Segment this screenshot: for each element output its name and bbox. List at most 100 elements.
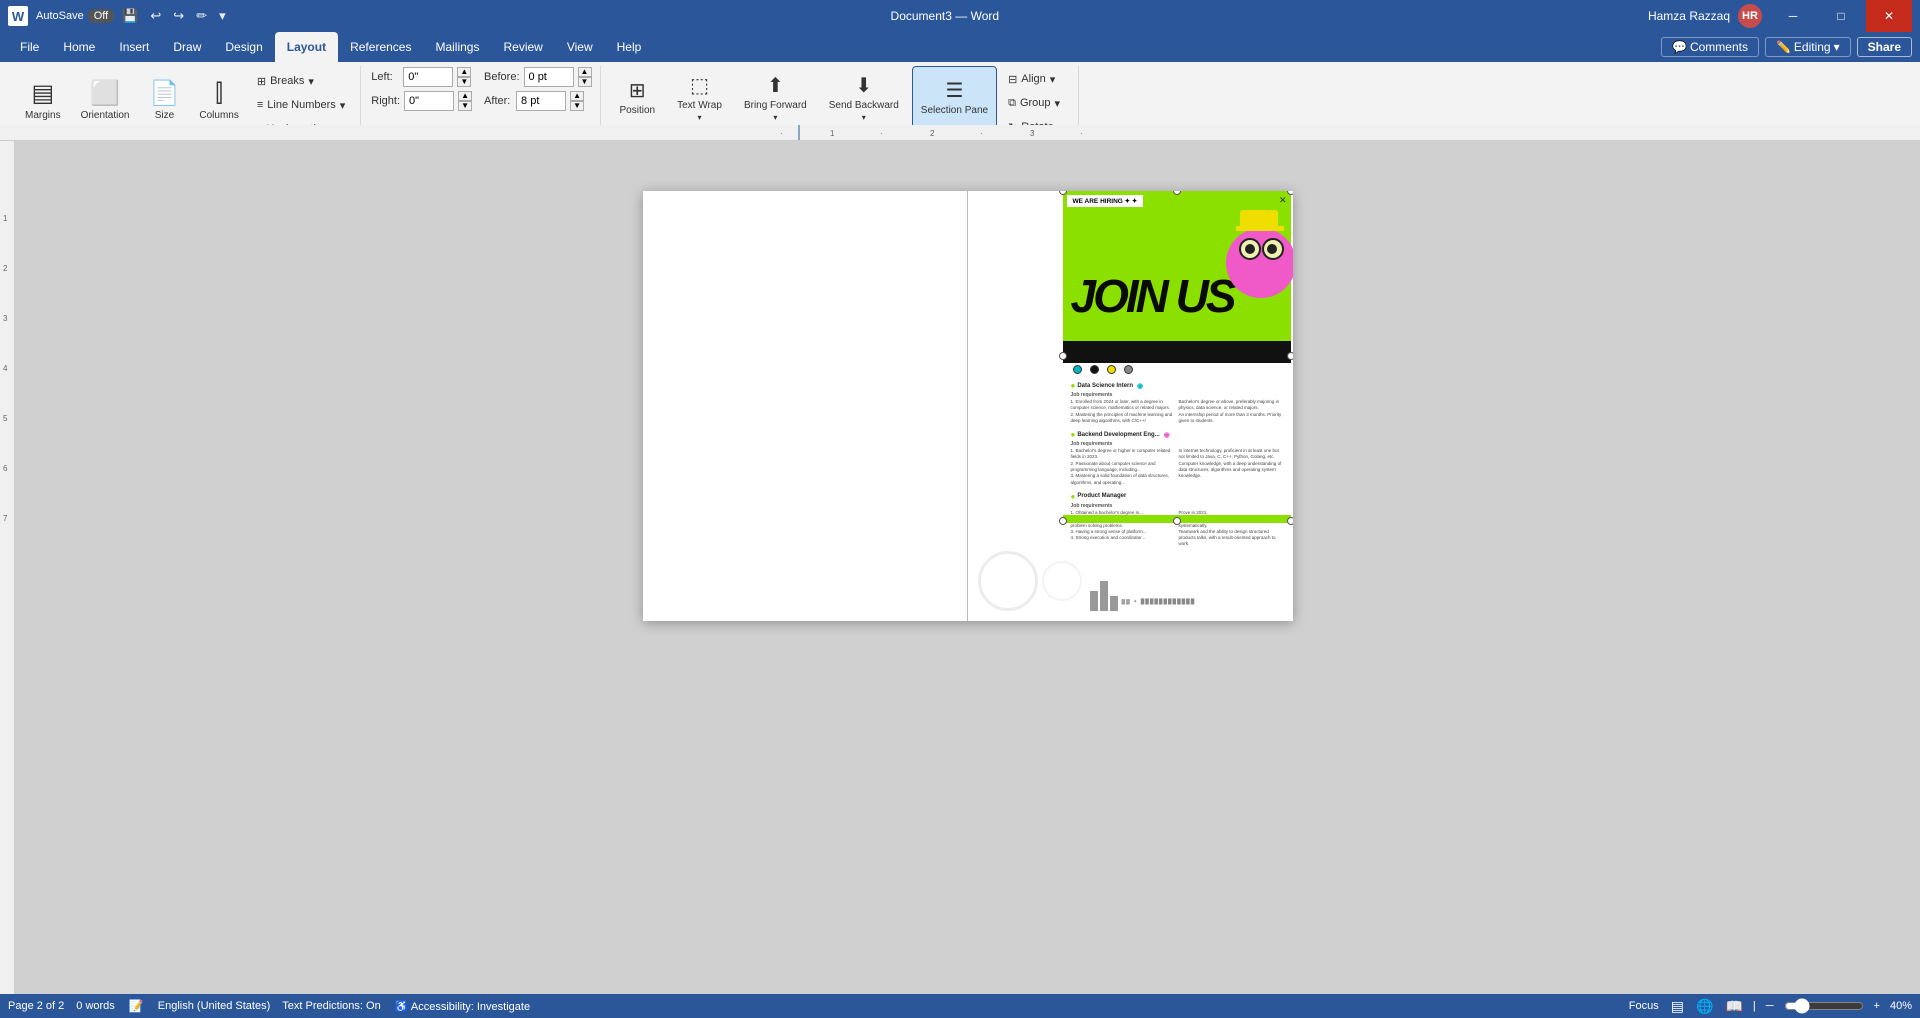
tab-review[interactable]: Review bbox=[491, 32, 554, 62]
tab-help[interactable]: Help bbox=[605, 32, 654, 62]
comments-label: Comments bbox=[1690, 40, 1748, 54]
selection-pane-button[interactable]: ☰ Selection Pane bbox=[912, 66, 997, 128]
tab-insert[interactable]: Insert bbox=[107, 32, 161, 62]
minimize-button[interactable]: ─ bbox=[1770, 0, 1816, 32]
spacing-before-up[interactable]: ▲ bbox=[578, 67, 592, 77]
selection-handle-br[interactable] bbox=[1287, 517, 1293, 525]
reader-view-button[interactable]: 📖 bbox=[1723, 998, 1744, 1015]
quick-access-toolbar: AutoSave Off 💾 ↩ ↪ ✏ ▾ bbox=[36, 6, 230, 26]
user-area: Hamza Razzaq HR bbox=[1648, 4, 1762, 28]
word-count: 0 words bbox=[76, 1000, 115, 1012]
zoom-level[interactable]: 40% bbox=[1890, 1000, 1912, 1012]
focus-button[interactable]: Focus bbox=[1627, 1000, 1661, 1012]
indent-right-input[interactable] bbox=[404, 91, 454, 111]
line-numbers-label: Line Numbers bbox=[267, 99, 335, 111]
indent-right-down[interactable]: ▼ bbox=[458, 101, 472, 111]
spacing-after-up[interactable]: ▲ bbox=[570, 91, 584, 101]
redo-button[interactable]: ↪ bbox=[169, 6, 188, 26]
maximize-button[interactable]: □ bbox=[1818, 0, 1864, 32]
custom-quick-access-button[interactable]: ✏ bbox=[192, 6, 211, 26]
undo-button[interactable]: ↩ bbox=[146, 6, 165, 26]
size-button[interactable]: 📄 Size bbox=[141, 66, 189, 134]
selection-handle-bm[interactable] bbox=[1173, 517, 1181, 525]
tab-home[interactable]: Home bbox=[51, 32, 107, 62]
tab-references[interactable]: References bbox=[338, 32, 423, 62]
breaks-button[interactable]: ⊞ Breaks ▾ bbox=[250, 70, 352, 92]
tab-view[interactable]: View bbox=[555, 32, 605, 62]
editing-dropdown-icon: ▾ bbox=[1834, 40, 1840, 54]
zoom-in-button[interactable]: + bbox=[1872, 1000, 1882, 1012]
margins-button[interactable]: ▤ Margins bbox=[16, 66, 70, 134]
svg-text:·: · bbox=[1080, 129, 1083, 138]
status-right: Focus ▤ 🌐 📖 | ─ + 40% bbox=[1627, 998, 1912, 1015]
selection-handle-bl[interactable] bbox=[1059, 517, 1067, 525]
proofing-icon[interactable]: 📝 bbox=[127, 999, 146, 1013]
indent-left-up[interactable]: ▲ bbox=[457, 67, 471, 77]
selection-handle-ml[interactable] bbox=[1059, 352, 1067, 360]
black-bar bbox=[1063, 341, 1291, 363]
close-button[interactable]: ✕ bbox=[1866, 0, 1912, 32]
spacing-before-input[interactable] bbox=[524, 67, 574, 87]
save-button[interactable]: 💾 bbox=[118, 6, 142, 26]
zoom-slider[interactable] bbox=[1784, 998, 1864, 1014]
text-wrap-button[interactable]: ⬚ Text Wrap ▾ bbox=[668, 66, 731, 128]
print-layout-view-button[interactable]: ▤ bbox=[1669, 998, 1686, 1015]
job-listing-1: ● Data Science Intern ◉ Job requirements… bbox=[1071, 381, 1283, 424]
tab-draw[interactable]: Draw bbox=[161, 32, 213, 62]
spacing-after-input[interactable] bbox=[516, 91, 566, 111]
autosave-toggle[interactable]: Off bbox=[88, 9, 114, 23]
avatar[interactable]: HR bbox=[1738, 4, 1762, 28]
svg-text:3: 3 bbox=[1030, 129, 1035, 138]
flyer-image[interactable]: WE ARE HIRING ✦ ✦ ✕ JOIN US bbox=[1063, 191, 1291, 521]
page-1[interactable] bbox=[643, 191, 968, 621]
bring-forward-button[interactable]: ⬆ Bring Forward ▾ bbox=[735, 66, 816, 128]
selection-pane-label: Selection Pane bbox=[921, 105, 988, 116]
position-button[interactable]: ⊞ Position bbox=[611, 66, 665, 128]
send-backward-button[interactable]: ⬇ Send Backward ▾ bbox=[820, 66, 908, 128]
tab-layout[interactable]: Layout bbox=[275, 32, 338, 62]
bring-forward-label: Bring Forward bbox=[744, 100, 807, 111]
align-dropdown-icon: ▾ bbox=[1050, 73, 1056, 86]
columns-button[interactable]: ⫿ Columns bbox=[190, 66, 247, 134]
job-listings: ● Data Science Intern ◉ Job requirements… bbox=[1063, 375, 1291, 554]
margins-icon: ▤ bbox=[31, 79, 54, 108]
svg-text:6: 6 bbox=[3, 464, 8, 473]
indent-right-up[interactable]: ▲ bbox=[458, 91, 472, 101]
accessibility-button[interactable]: ♿ Accessibility: Investigate bbox=[393, 1000, 532, 1013]
size-icon: 📄 bbox=[150, 79, 180, 108]
share-label: Share bbox=[1868, 40, 1901, 54]
status-bar: Page 2 of 2 0 words 📝 English (United St… bbox=[0, 994, 1920, 1018]
group-button[interactable]: ⧉ Group ▾ bbox=[1001, 92, 1070, 114]
page-2[interactable]: WE ARE HIRING ✦ ✦ ✕ JOIN US bbox=[968, 191, 1293, 621]
indent-left-input[interactable] bbox=[403, 67, 453, 87]
spacing-after-row: After: ▲ ▼ bbox=[484, 90, 591, 112]
indent-left-down[interactable]: ▼ bbox=[457, 77, 471, 87]
web-layout-view-button[interactable]: 🌐 bbox=[1694, 998, 1715, 1015]
document-title: Document3 — Word bbox=[242, 9, 1648, 23]
tab-mailings[interactable]: Mailings bbox=[423, 32, 491, 62]
zoom-out-button[interactable]: ─ bbox=[1764, 1000, 1776, 1012]
tab-file[interactable]: File bbox=[8, 32, 51, 62]
comments-button[interactable]: 💬 Comments bbox=[1661, 37, 1759, 57]
text-wrap-dropdown-icon: ▾ bbox=[698, 113, 702, 122]
document-area[interactable]: WE ARE HIRING ✦ ✦ ✕ JOIN US bbox=[0, 141, 1920, 994]
align-button[interactable]: ⊟ Align ▾ bbox=[1001, 68, 1070, 90]
title-bar: W AutoSave Off 💾 ↩ ↪ ✏ ▾ Document3 — Wor… bbox=[0, 0, 1920, 32]
spacing-before-row: Before: ▲ ▼ bbox=[484, 66, 591, 88]
window-controls: ─ □ ✕ bbox=[1770, 0, 1912, 32]
tab-design[interactable]: Design bbox=[213, 32, 274, 62]
quick-access-more[interactable]: ▾ bbox=[215, 6, 230, 26]
spacing-before-down[interactable]: ▼ bbox=[578, 77, 592, 87]
spacing-after-down[interactable]: ▼ bbox=[570, 101, 584, 111]
language[interactable]: English (United States) bbox=[158, 1000, 271, 1012]
selection-handle-mr[interactable] bbox=[1287, 352, 1293, 360]
line-numbers-button[interactable]: ≡ Line Numbers ▾ bbox=[250, 94, 352, 116]
status-left: Page 2 of 2 0 words 📝 English (United St… bbox=[8, 999, 532, 1013]
page-info: Page 2 of 2 bbox=[8, 1000, 64, 1012]
margins-label: Margins bbox=[25, 110, 61, 121]
editing-button[interactable]: ✏️ Editing ▾ bbox=[1765, 37, 1851, 57]
group-icon: ⧉ bbox=[1008, 97, 1016, 110]
orientation-button[interactable]: ⬜ Orientation bbox=[72, 66, 139, 134]
bring-forward-dropdown-icon: ▾ bbox=[773, 113, 777, 122]
share-button[interactable]: Share bbox=[1857, 37, 1912, 57]
